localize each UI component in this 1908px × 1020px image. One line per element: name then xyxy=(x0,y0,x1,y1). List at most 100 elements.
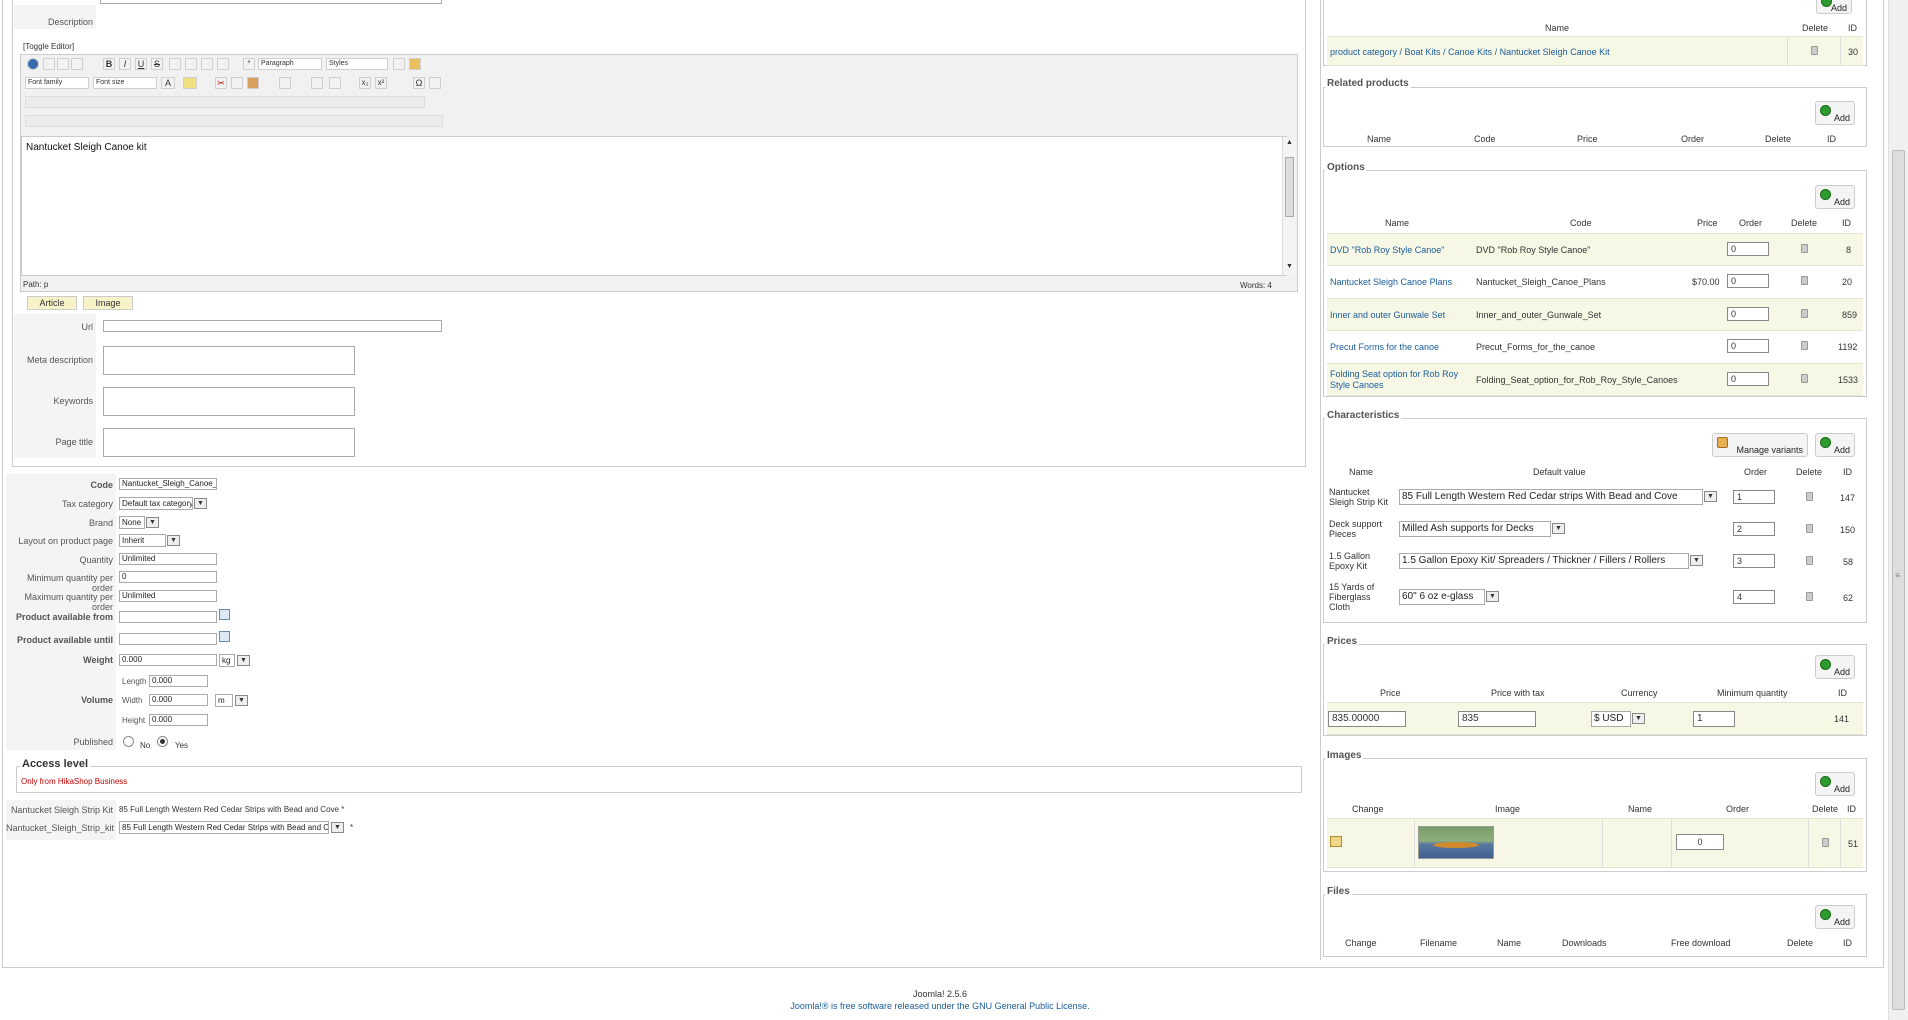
currency-header: Currency xyxy=(1621,688,1658,698)
add-related-button[interactable]: Add xyxy=(1815,101,1855,125)
delete-option-icon[interactable] xyxy=(1801,374,1808,383)
option-order-input[interactable]: 0 xyxy=(1727,339,1769,353)
published-label: Published xyxy=(73,737,113,747)
add-option-button[interactable]: Add xyxy=(1815,185,1855,209)
tax-category-select[interactable]: Default tax category xyxy=(119,497,193,510)
add-image-button[interactable]: Add xyxy=(1815,772,1855,796)
option-order-input[interactable]: 0 xyxy=(1727,274,1769,288)
delete-option-icon[interactable] xyxy=(1801,276,1808,285)
joomla-link[interactable]: Joomla!® is free software released under… xyxy=(790,1001,969,1011)
characteristic-value-select[interactable]: 85 Full Length Western Red Cedar strips … xyxy=(1399,489,1703,505)
add-file-button[interactable]: Add xyxy=(1815,905,1855,929)
characteristic-dropdown-icon[interactable]: ▼ xyxy=(1486,591,1499,602)
characteristic-value-select[interactable]: 60" 6 oz e-glass xyxy=(1399,589,1485,605)
option-name-link[interactable]: Inner and outer Gunwale Set xyxy=(1330,310,1445,320)
max-qty-input[interactable]: Unlimited xyxy=(119,590,217,602)
add-icon xyxy=(1820,909,1831,920)
calendar-icon[interactable] xyxy=(219,631,230,642)
characteristic-dropdown-icon[interactable]: ▼ xyxy=(1704,491,1717,502)
option-id: 1192 xyxy=(1838,342,1858,352)
categories-name-header: Name xyxy=(1545,23,1570,33)
published-yes-radio[interactable] xyxy=(157,736,168,747)
option-id: 8 xyxy=(1846,245,1852,255)
add-label: Add xyxy=(1833,113,1850,123)
characteristic-order-input[interactable]: 2 xyxy=(1733,522,1775,536)
currency-dropdown-icon[interactable]: ▼ xyxy=(1632,713,1645,724)
options-code-header: Code xyxy=(1570,218,1592,228)
option-name-link[interactable]: Folding Seat option for Rob Roy xyxy=(1330,369,1458,379)
length-label: Length xyxy=(122,677,147,686)
delete-option-icon[interactable] xyxy=(1801,309,1808,318)
currency-select[interactable]: $ USD xyxy=(1591,711,1631,727)
width-input[interactable]: 0.000 xyxy=(149,694,208,706)
delete-category-icon[interactable] xyxy=(1811,46,1818,55)
layout-dropdown-icon[interactable]: ▼ xyxy=(167,535,180,546)
add-label: Add xyxy=(1833,667,1850,677)
characteristic-order-input[interactable]: 1 xyxy=(1733,490,1775,504)
category-id: 30 xyxy=(1848,47,1859,57)
delete-option-icon[interactable] xyxy=(1801,244,1808,253)
price-with-tax-input[interactable]: 835 xyxy=(1458,711,1536,727)
delete-characteristic-icon[interactable] xyxy=(1806,556,1813,565)
option-order-input[interactable]: 0 xyxy=(1727,372,1769,386)
brand-dropdown-icon[interactable]: ▼ xyxy=(146,517,159,528)
add-price-button[interactable]: Add xyxy=(1815,655,1855,679)
weight-unit-dropdown-icon[interactable]: ▼ xyxy=(237,655,250,666)
delete-characteristic-icon[interactable] xyxy=(1806,524,1813,533)
dimension-unit-dropdown-icon[interactable]: ▼ xyxy=(235,695,248,706)
tax-category-dropdown-icon[interactable]: ▼ xyxy=(194,498,207,509)
option-name-link-line2[interactable]: Style Canoes xyxy=(1330,380,1384,390)
page-scroll-thumb[interactable] xyxy=(1892,150,1905,1010)
layout-select[interactable]: Inherit xyxy=(119,534,166,547)
height-input[interactable]: 0.000 xyxy=(149,714,208,726)
quantity-input[interactable]: Unlimited xyxy=(119,553,217,565)
available-until-input[interactable] xyxy=(119,633,217,645)
price-input[interactable]: 835.00000 xyxy=(1328,711,1406,727)
option-name-link[interactable]: Nantucket Sleigh Canoe Plans xyxy=(1330,277,1452,287)
image-order-input[interactable]: 0 xyxy=(1676,834,1724,850)
characteristic-order-input[interactable]: 4 xyxy=(1733,590,1775,604)
characteristic-dropdown-icon[interactable]: ▼ xyxy=(1690,555,1703,566)
option-name-link[interactable]: DVD "Rob Roy Style Canoe" xyxy=(1330,245,1444,255)
characteristic-order-input[interactable]: 3 xyxy=(1733,554,1775,568)
available-from-input[interactable] xyxy=(119,611,217,623)
calendar-icon[interactable] xyxy=(219,609,230,620)
delete-characteristic-icon[interactable] xyxy=(1806,592,1813,601)
characteristic-name: Deck support xyxy=(1329,519,1383,529)
length-input[interactable]: 0.000 xyxy=(149,675,208,687)
add-label: Add xyxy=(1833,197,1850,207)
weight-input[interactable]: 0.000 xyxy=(119,654,217,666)
published-no-radio[interactable] xyxy=(123,736,134,747)
minimum-quantity-input[interactable]: 1 xyxy=(1693,711,1735,727)
file-name-header: Name xyxy=(1497,938,1522,948)
categories-id-header: ID xyxy=(1848,23,1857,33)
delete-image-icon[interactable] xyxy=(1822,838,1829,847)
strip-kit-dropdown-icon[interactable]: ▼ xyxy=(331,822,344,833)
strip-kit-label: Nantucket Sleigh Strip Kit xyxy=(10,805,113,815)
delete-characteristic-icon[interactable] xyxy=(1806,492,1813,501)
option-name-link[interactable]: Precut Forms for the canoe xyxy=(1330,342,1439,352)
price-id: 141 xyxy=(1834,714,1850,724)
delete-option-icon[interactable] xyxy=(1801,341,1808,350)
option-order-input[interactable]: 0 xyxy=(1727,242,1769,256)
edit-image-icon[interactable] xyxy=(1330,836,1342,847)
code-input[interactable]: Nantucket_Sleigh_Canoe_Kit xyxy=(119,478,217,490)
strip-kit-value: 85 Full Length Western Red Cedar Strips … xyxy=(119,805,345,814)
gpl-link[interactable]: GNU General Public License. xyxy=(972,1001,1090,1011)
dimension-unit-select[interactable]: m xyxy=(215,694,233,707)
strip-kit-select[interactable]: 85 Full Length Western Red Cedar Strips … xyxy=(119,821,329,834)
product-thumbnail[interactable] xyxy=(1418,826,1494,859)
manage-variants-button[interactable]: Manage variants xyxy=(1712,433,1808,457)
option-order-input[interactable]: 0 xyxy=(1727,307,1769,321)
page-scrollbar[interactable]: ≡ xyxy=(1888,0,1908,1020)
access-level-value[interactable]: Only from HikaShop Business xyxy=(21,777,127,786)
characteristic-value-select[interactable]: Milled Ash supports for Decks xyxy=(1399,521,1551,537)
weight-unit-select[interactable]: kg xyxy=(219,654,235,667)
min-qty-input[interactable]: 0 xyxy=(119,571,217,583)
add-characteristic-button[interactable]: Add xyxy=(1815,433,1855,457)
category-path-link[interactable]: product category / Boat Kits / Canoe Kit… xyxy=(1330,47,1610,57)
brand-select[interactable]: None xyxy=(119,516,145,529)
option-code: Inner_and_outer_Gunwale_Set xyxy=(1476,310,1602,320)
characteristic-value-select[interactable]: 1.5 Gallon Epoxy Kit/ Spreaders / Thickn… xyxy=(1399,553,1689,569)
characteristic-dropdown-icon[interactable]: ▼ xyxy=(1552,523,1565,534)
